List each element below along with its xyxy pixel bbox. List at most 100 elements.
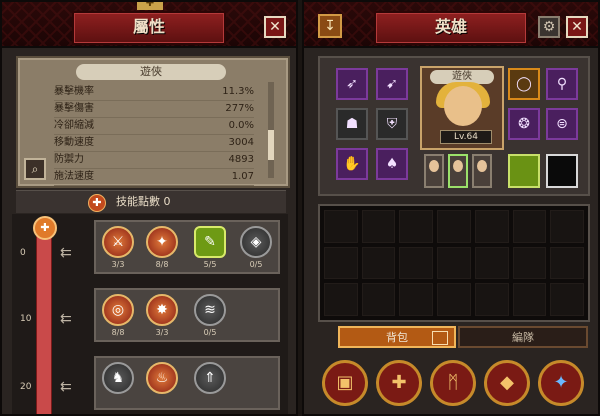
- skill-slot[interactable]: ✎: [194, 226, 226, 258]
- magnifier-button[interactable]: ⌕: [24, 158, 46, 180]
- empty-hex-slot[interactable]: [546, 154, 578, 188]
- equip-slot-belt[interactable]: ⊜: [546, 108, 578, 140]
- inventory-cell[interactable]: [512, 210, 547, 243]
- back-button[interactable]: ↧: [318, 14, 342, 38]
- skill-slot[interactable]: ⇑: [194, 362, 226, 394]
- add-skill-point-icon[interactable]: ✚: [88, 194, 106, 212]
- inventory-cell[interactable]: [437, 210, 471, 243]
- equip-slot-necklace[interactable]: ◯: [508, 68, 540, 100]
- skill-row: ♞ ♨ ⇑: [94, 356, 280, 410]
- equip-slot-boots[interactable]: ♠: [376, 148, 408, 180]
- hero-level: Lv.64: [440, 130, 492, 144]
- class-name-label: 遊俠: [76, 64, 226, 80]
- chest-icon: ▣: [336, 372, 354, 393]
- inventory-cell[interactable]: [550, 283, 584, 316]
- stat-label: 防禦力: [54, 154, 84, 165]
- inventory-cell[interactable]: [324, 283, 358, 316]
- cross-button[interactable]: ✚: [376, 360, 422, 406]
- skill-slot[interactable]: ✦: [146, 226, 178, 258]
- skill-slot[interactable]: ≋: [194, 294, 226, 326]
- equip-slot-arrow[interactable]: ➹: [376, 68, 408, 100]
- bow-icon: ➶: [346, 76, 358, 92]
- target-icon: ◎: [111, 302, 125, 318]
- stat-value: 3004: [228, 137, 254, 148]
- equip-slot-bow[interactable]: ➶: [336, 68, 368, 100]
- inventory-tabs: 背包 編隊: [318, 326, 590, 348]
- skill-count: 5/5: [203, 260, 217, 269]
- attribute-title-banner: 屬性: [72, 11, 226, 45]
- gem-icon: ✦: [553, 372, 569, 393]
- cube-button[interactable]: ◆: [484, 360, 530, 406]
- inventory-cell[interactable]: [361, 210, 396, 243]
- m-emblem-icon: ᛗ: [447, 372, 459, 393]
- equip-slot-helmet[interactable]: ☗: [336, 108, 368, 140]
- skill-tree: ✚ 0 10 20 ⇇ ⇇ ⇇ ⚔ 3/3 ✦ 8/8 ✎ 5/5 ◈ 0/5 …: [12, 214, 288, 414]
- inventory-cell[interactable]: [324, 246, 358, 280]
- inventory-cell[interactable]: [324, 210, 358, 243]
- equip-slot-ring[interactable]: ⚲: [546, 68, 578, 100]
- hero-face: [444, 86, 482, 126]
- party-hero-3[interactable]: [472, 154, 492, 188]
- hero-title: 英雄: [434, 17, 467, 36]
- inventory-cell[interactable]: [399, 210, 434, 243]
- skill-points-label: 技能點數 0: [116, 195, 171, 208]
- skill-slot[interactable]: ◈: [240, 226, 272, 258]
- skill-slot[interactable]: ♨: [146, 362, 178, 394]
- settings-button[interactable]: ⚙: [538, 16, 560, 38]
- party-hero-1[interactable]: [424, 154, 444, 188]
- talisman-slot[interactable]: [508, 154, 540, 188]
- skill-slot[interactable]: ♞: [102, 362, 134, 394]
- cross-icon: ✚: [391, 372, 407, 393]
- party-hero-2[interactable]: [448, 154, 468, 188]
- tab-formation[interactable]: 編隊: [458, 326, 588, 348]
- inventory-cell[interactable]: [474, 246, 509, 280]
- inventory-cell[interactable]: [474, 283, 509, 316]
- emblem-button[interactable]: ᛗ: [430, 360, 476, 406]
- equip-slot-gloves[interactable]: ✋: [336, 148, 368, 180]
- inventory-grid: [318, 204, 590, 322]
- crown-icon: ✚: [137, 2, 163, 10]
- skill-slot[interactable]: ✸: [146, 294, 178, 326]
- stats-scrollbar[interactable]: [268, 82, 274, 178]
- flame-icon: ♨: [155, 370, 169, 386]
- inventory-cell[interactable]: [437, 283, 471, 316]
- inventory-cell[interactable]: [437, 246, 471, 280]
- attribute-title: 屬性: [132, 17, 165, 36]
- rail-top-icon: ✚: [33, 216, 57, 240]
- skill-count: 0/5: [249, 260, 263, 269]
- stat-row: 移動速度 3004: [54, 135, 254, 152]
- tier-level-label: 20: [20, 382, 32, 392]
- inventory-cell[interactable]: [361, 283, 396, 316]
- skill-count: 3/3: [111, 260, 125, 269]
- hero-portrait: 遊俠 Lv.64: [420, 66, 504, 150]
- inventory-cell[interactable]: [399, 283, 434, 316]
- inventory-cell[interactable]: [550, 210, 584, 243]
- inventory-cell[interactable]: [550, 246, 584, 280]
- inventory-cell[interactable]: [512, 283, 547, 316]
- inventory-cell[interactable]: [474, 210, 509, 243]
- wind-icon: ≋: [204, 302, 216, 318]
- hero-title-banner: 英雄: [374, 11, 528, 45]
- skill-slot[interactable]: ◎: [102, 294, 134, 326]
- chest-button[interactable]: ▣: [322, 360, 368, 406]
- gem-button[interactable]: ✦: [538, 360, 584, 406]
- star-burst-icon: ✸: [156, 302, 168, 318]
- equip-slot-amulet[interactable]: ❂: [508, 108, 540, 140]
- boots-icon: ♠: [385, 156, 399, 172]
- inventory-cell[interactable]: [399, 246, 434, 280]
- attribute-panel: ✚ 屬性 ✕ 遊俠 暴擊機率 11.3% 暴擊傷害 277% 冷卻縮減 0.0% 移動…: [0, 0, 298, 416]
- stat-label: 施法速度: [54, 171, 94, 182]
- equip-slot-armor[interactable]: ⛨: [376, 108, 408, 140]
- tab-backpack[interactable]: 背包: [338, 326, 456, 348]
- inventory-cell[interactable]: [361, 246, 396, 280]
- close-button[interactable]: ✕: [566, 16, 588, 38]
- close-button[interactable]: ✕: [264, 16, 286, 38]
- stat-row: 防禦力 4893: [54, 152, 254, 169]
- helmet-icon: ☗: [345, 116, 359, 132]
- skill-slot[interactable]: ⚔: [102, 226, 134, 258]
- skill-count: 8/8: [111, 328, 125, 337]
- rune-icon: ◈: [250, 234, 262, 250]
- scrollbar-thumb[interactable]: [268, 130, 274, 160]
- leaf-shield-icon: ✎: [204, 234, 216, 250]
- inventory-cell[interactable]: [512, 246, 547, 280]
